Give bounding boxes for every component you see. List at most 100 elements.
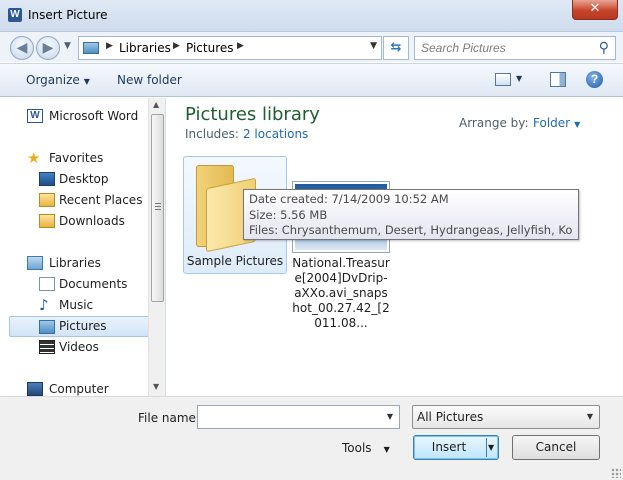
cancel-button[interactable]: Cancel <box>512 435 600 460</box>
libraries-icon <box>27 256 43 270</box>
nav-item-label: Music <box>59 298 94 312</box>
back-button[interactable]: ◀ <box>10 36 34 60</box>
view-options-dropdown[interactable]: ▼ <box>516 74 522 83</box>
folder-info-tooltip: Date created: 7/14/2009 10:52 AM Size: 5… <box>243 189 579 240</box>
chevron-down-icon: ▼ <box>586 412 593 421</box>
nav-item-label: Pictures <box>59 319 107 333</box>
arrange-by-dropdown[interactable]: Folder ▼ <box>533 116 580 130</box>
search-box[interactable]: ⚲ <box>414 36 616 60</box>
breadcrumb-libraries[interactable]: Libraries <box>119 41 171 55</box>
chevron-down-icon: ▼ <box>83 77 90 86</box>
address-history-dropdown[interactable]: ▼ <box>370 41 377 51</box>
command-bar: Organize ▼ New folder ▼ ? <box>0 63 623 97</box>
file-name-combobox[interactable]: ▼ <box>197 405 400 429</box>
file-type-filter[interactable]: All Pictures ▼ <box>412 405 600 429</box>
forward-button[interactable]: ▶ <box>36 36 60 60</box>
chevron-down-icon: ▼ <box>383 445 390 454</box>
nav-item-label: Videos <box>59 340 99 354</box>
refresh-button[interactable]: ⇆ <box>383 36 409 60</box>
search-input[interactable] <box>421 38 593 58</box>
nav-item-recent-places[interactable]: Recent Places <box>9 190 149 211</box>
organize-button[interactable]: Organize ▼ <box>26 73 90 87</box>
documents-icon <box>39 277 55 291</box>
organize-label: Organize <box>26 73 80 87</box>
breadcrumb-separator[interactable]: ▶ <box>173 41 180 51</box>
tooltip-size: Size: 5.56 MB <box>249 207 328 222</box>
nav-item-label: Favorites <box>49 151 104 165</box>
nav-pane-scrollbar[interactable]: ▲ ▼ <box>148 98 165 396</box>
help-icon[interactable]: ? <box>586 71 603 88</box>
file-label[interactable]: National.Treasure[2004]DvDrip-aXXo.avi_s… <box>291 256 391 331</box>
nav-item-libraries[interactable]: Libraries <box>9 253 149 274</box>
tools-label: Tools <box>342 441 372 455</box>
tools-dropdown[interactable]: Tools ▼ <box>342 441 390 455</box>
nav-item-label: Recent Places <box>59 193 143 207</box>
navigation-pane: W Microsoft Word ★ Favorites Desktop Rec… <box>0 98 166 396</box>
tooltip-date-created: Date created: 7/14/2009 10:52 AM <box>249 192 449 206</box>
nav-item-downloads[interactable]: Downloads <box>9 211 149 232</box>
insert-split-button[interactable]: Insert ▼ <box>413 435 499 460</box>
nav-item-label: Desktop <box>59 172 109 186</box>
file-name-label: File name: <box>138 411 200 425</box>
address-row: ◀ ▶ ▼ ▶ Libraries ▶ Pictures ▶ ▼ ⇆ ⚲ <box>0 32 623 62</box>
bottom-panel: File name: ▼ All Pictures ▼ Tools ▼ Inser… <box>0 396 623 480</box>
change-view-icon[interactable] <box>495 73 511 86</box>
forward-arrow-icon: ▶ <box>42 40 54 56</box>
nav-item-music[interactable]: ♪ Music <box>9 295 149 316</box>
nav-item-computer[interactable]: Computer <box>9 379 149 396</box>
nav-item-favorites[interactable]: ★ Favorites <box>9 148 149 169</box>
back-arrow-icon: ◀ <box>16 40 28 56</box>
scrollbar-thumb[interactable] <box>151 114 164 302</box>
chevron-down-icon: ▼ <box>574 120 581 129</box>
window-title: Insert Picture <box>28 8 108 22</box>
address-bar[interactable]: ▶ Libraries ▶ Pictures ▶ ▼ <box>78 36 382 60</box>
title-bar: W Insert Picture ✕ <box>0 0 623 32</box>
desktop-icon <box>39 172 55 186</box>
insert-button[interactable]: Insert <box>414 436 484 459</box>
star-icon: ★ <box>27 149 41 167</box>
tooltip-files: Files: Chrysanthemum, Desert, Hydrangeas… <box>249 223 573 237</box>
pictures-icon <box>39 320 55 334</box>
arrange-by-label: Arrange by: <box>459 116 529 130</box>
breadcrumb-separator[interactable]: ▶ <box>106 41 113 51</box>
nav-item-videos[interactable]: Videos <box>9 337 149 358</box>
word-icon: W <box>27 109 43 123</box>
preview-pane-icon[interactable] <box>550 72 566 87</box>
folder-label: Sample Pictures <box>186 254 284 268</box>
breadcrumb-separator[interactable]: ▶ <box>237 41 244 51</box>
nav-item-label: Documents <box>59 277 128 291</box>
insert-options-dropdown[interactable]: ▼ <box>488 436 494 459</box>
downloads-icon <box>39 214 55 228</box>
includes-label: Includes: <box>185 127 239 141</box>
music-icon: ♪ <box>39 296 49 314</box>
nav-item-label: Downloads <box>59 214 125 228</box>
nav-item-desktop[interactable]: Desktop <box>9 169 149 190</box>
new-folder-button[interactable]: New folder <box>117 73 182 87</box>
computer-icon <box>27 382 43 396</box>
resize-grip-icon[interactable] <box>611 468 621 478</box>
library-title: Pictures library <box>185 104 320 125</box>
locations-link[interactable]: 2 locations <box>243 127 308 141</box>
search-icon[interactable]: ⚲ <box>599 40 609 56</box>
file-name-input[interactable] <box>202 407 380 427</box>
arrange-by-value: Folder <box>533 116 571 130</box>
nav-item-label: Computer <box>49 382 109 396</box>
split-divider <box>486 438 487 457</box>
pictures-library-icon <box>83 42 99 54</box>
nav-item-microsoft-word[interactable]: W Microsoft Word <box>9 106 149 127</box>
grip-icon <box>155 203 161 210</box>
scroll-down-icon[interactable]: ▼ <box>153 382 159 391</box>
nav-item-documents[interactable]: Documents <box>9 274 149 295</box>
chevron-down-icon[interactable]: ▼ <box>387 412 393 421</box>
close-button[interactable]: ✕ <box>572 0 618 20</box>
nav-item-pictures[interactable]: Pictures <box>9 316 149 337</box>
breadcrumb-pictures[interactable]: Pictures <box>186 41 234 55</box>
recent-places-icon <box>39 193 55 207</box>
nav-item-label: Microsoft Word <box>49 109 139 123</box>
nav-item-label: Libraries <box>49 256 101 270</box>
scroll-up-icon[interactable]: ▲ <box>153 100 159 109</box>
includes-line: Includes: 2 locations <box>185 127 308 141</box>
videos-icon <box>39 340 55 354</box>
recent-pages-dropdown[interactable]: ▼ <box>64 41 71 51</box>
file-type-value: All Pictures <box>417 410 484 424</box>
